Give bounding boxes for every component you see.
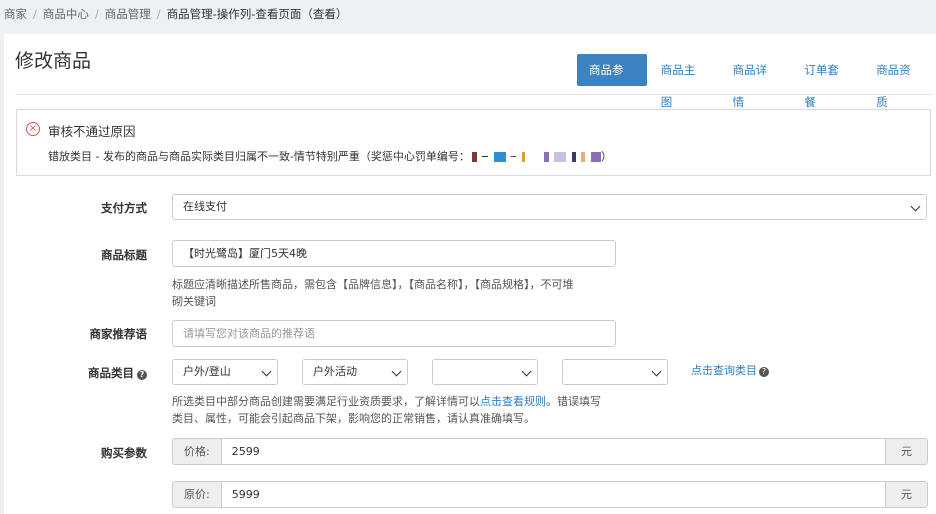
breadcrumb-separator: / — [94, 7, 99, 21]
tab-order-package[interactable]: 订单套餐 — [792, 54, 862, 109]
category-help-line1: 所选类目中部分商品创建需要满足行业资质要求，了解详情可以点击查看规则。错误填写 — [172, 393, 622, 410]
breadcrumb-item-merchant[interactable]: 商家 — [4, 6, 27, 22]
category-level1-value: 户外/登山 — [183, 365, 231, 378]
alert-message: 错放类目 - 发布的商品与商品实际类目归属不一致-情节特别严重（奖惩中心罚单编号… — [48, 148, 612, 164]
tab-product-params[interactable]: 商品参数 — [577, 54, 647, 109]
product-title-help-line1: 标题应清晰描述所售商品，需包含【品牌信息】，【商品名称】，【商品规格】，不可堆 — [172, 278, 574, 291]
product-title-label: 商品标题 — [101, 248, 147, 262]
category-label: 商品类目? — [7, 365, 147, 381]
breadcrumb-item-current: 商品管理-操作列-查看页面（查看） — [166, 7, 348, 21]
view-rules-link[interactable]: 点击查看规则 — [480, 395, 546, 408]
category-select-level1[interactable]: 户外/登山 — [172, 359, 278, 385]
edit-product-panel: 修改商品 商品参数 商品主图 商品详情 订单套餐 商品资质 × 审核不通过原因 … — [4, 34, 936, 514]
purchase-params-label: 购买参数 — [101, 446, 147, 460]
product-title-help-line2: 砌关键词 — [172, 295, 216, 308]
category-select-level3[interactable] — [432, 359, 538, 385]
divider — [15, 94, 933, 95]
question-icon: ? — [137, 370, 147, 380]
chevron-down-icon — [910, 201, 921, 212]
original-price-input-group: 原价: 5999 元 — [172, 481, 928, 508]
category-select-level4[interactable] — [562, 359, 668, 385]
breadcrumb: 商家 / 商品中心 / 商品管理 / 商品管理-操作列-查看页面（查看） — [0, 0, 936, 28]
chevron-down-icon — [521, 366, 532, 377]
price-input[interactable]: 2599 — [222, 439, 885, 464]
category-help-line2: 类目、属性，可能会引起商品下架，影响您的正常销售，请认真准确填写。 — [172, 412, 535, 425]
product-title-input[interactable]: 【时光鹭岛】厦门5天4晚 — [172, 240, 616, 267]
recommendation-input[interactable]: 请填写您对该商品的推荐语 — [172, 320, 616, 347]
tab-main-images[interactable]: 商品主图 — [649, 54, 719, 109]
original-price-unit: 元 — [885, 482, 927, 507]
price-addon: 价格: — [173, 439, 222, 464]
redacted-penalty-number — [470, 150, 601, 163]
chevron-down-icon — [261, 366, 272, 377]
alert-message-end: ） — [600, 150, 612, 163]
payment-method-value: 在线支付 — [183, 200, 227, 213]
alert-title: 审核不通过原因 — [48, 124, 136, 139]
payment-method-select[interactable]: 在线支付 — [172, 194, 927, 220]
breadcrumb-separator: / — [33, 7, 37, 21]
chevron-down-icon — [651, 366, 662, 377]
category-help-post: 。错误填写 — [546, 395, 601, 408]
recommendation-label: 商家推荐语 — [89, 327, 148, 341]
category-select-level2[interactable]: 户外活动 — [302, 359, 408, 385]
breadcrumb-separator: / — [156, 7, 161, 21]
question-icon: ? — [759, 367, 769, 377]
category-label-text: 商品类目 — [88, 366, 134, 380]
category-help: 所选类目中部分商品创建需要满足行业资质要求，了解详情可以点击查看规则。错误填写 … — [172, 393, 622, 427]
product-title-help: 标题应清晰描述所售商品，需包含【品牌信息】，【商品名称】，【商品规格】，不可堆 … — [172, 276, 622, 310]
tab-product-qualification[interactable]: 商品资质 — [864, 54, 934, 109]
price-unit: 元 — [885, 439, 927, 464]
original-price-input[interactable]: 5999 — [222, 482, 885, 507]
query-category-link[interactable]: 点击查询类目? — [691, 362, 769, 378]
chevron-down-icon — [391, 366, 402, 377]
category-level2-value: 户外活动 — [313, 365, 357, 378]
original-price-addon: 原价: — [173, 482, 222, 507]
breadcrumb-item-product-center[interactable]: 商品中心 — [43, 6, 89, 22]
page-title: 修改商品 — [15, 50, 92, 72]
error-circle-icon: × — [26, 122, 40, 136]
payment-method-label: 支付方式 — [101, 201, 147, 215]
query-category-text[interactable]: 点击查询类目 — [691, 364, 757, 377]
price-input-group: 价格: 2599 元 — [172, 438, 928, 465]
category-help-pre: 所选类目中部分商品创建需要满足行业资质要求，了解详情可以 — [172, 395, 480, 408]
rejection-alert: × 审核不通过原因 错放类目 - 发布的商品与商品实际类目归属不一致-情节特别严… — [16, 109, 931, 176]
breadcrumb-item-product-management[interactable]: 商品管理 — [105, 6, 151, 22]
tab-bar: 商品参数 商品主图 商品详情 订单套餐 商品资质 — [577, 54, 936, 109]
tab-product-details[interactable]: 商品详情 — [721, 54, 791, 109]
alert-message-text: 错放类目 - 发布的商品与商品实际类目归属不一致-情节特别严重（奖惩中心罚单编号… — [48, 150, 470, 163]
